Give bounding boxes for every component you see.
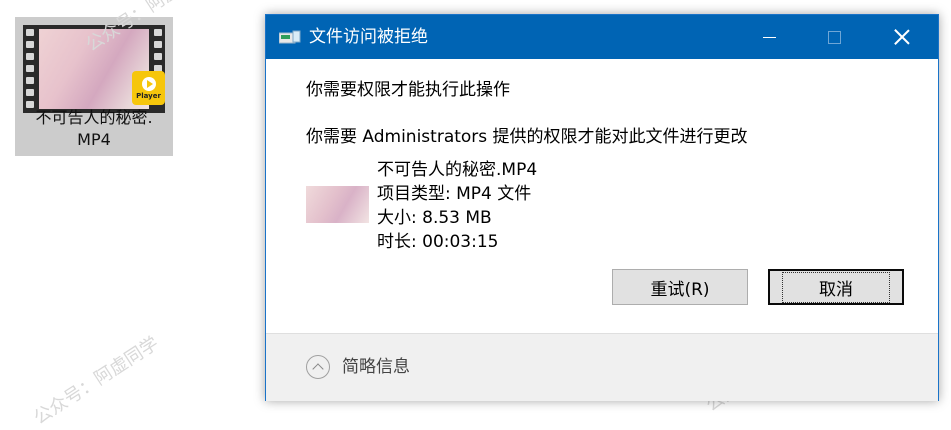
file-thumbnail — [306, 186, 369, 223]
dialog-detail: 你需要 Administrators 提供的权限才能对此文件进行更改 — [306, 127, 748, 147]
file-name: 不可告人的秘密.MP4 — [377, 160, 538, 180]
maximize-icon — [827, 30, 841, 44]
file-type: 项目类型: MP4 文件 — [377, 184, 532, 204]
fewer-details-toggle[interactable]: 简略信息 — [342, 356, 410, 378]
play-icon — [141, 76, 156, 91]
desktop-file-icon[interactable]: Player 不可告人的秘密. MP4 — [15, 17, 173, 156]
dialog-titlebar[interactable]: 文件访问被拒绝 — [266, 15, 938, 59]
dialog-footer: 简略信息 — [266, 333, 938, 401]
desktop-file-label-line1: 不可告人的秘密. — [35, 108, 153, 127]
dialog-title: 文件访问被拒绝 — [309, 27, 428, 47]
chevron-up-icon[interactable] — [306, 355, 330, 379]
file-duration: 时长: 00:03:15 — [377, 232, 499, 252]
access-denied-dialog: 文件访问被拒绝 你需要权限才能执行此操作 你需要 Administrators … — [265, 14, 939, 401]
close-button[interactable] — [879, 15, 925, 59]
retry-button[interactable]: 重试(R) — [612, 269, 748, 305]
cancel-button[interactable]: 取消 — [768, 269, 904, 305]
minimize-button[interactable] — [746, 15, 792, 59]
folder-access-icon — [279, 30, 301, 44]
player-app-icon: Player — [132, 71, 165, 105]
desktop-file-label: 不可告人的秘密. MP4 — [15, 107, 173, 151]
minimize-icon — [762, 36, 776, 38]
maximize-button[interactable] — [811, 15, 857, 59]
close-icon — [894, 29, 910, 45]
file-size: 大小: 8.53 MB — [377, 208, 492, 228]
desktop-file-label-line2: MP4 — [77, 130, 111, 149]
film-strip-left — [23, 25, 37, 113]
cancel-button-label: 取消 — [782, 271, 890, 303]
watermark-text: 公众号：阿虚同学 — [30, 332, 163, 429]
dialog-message: 你需要权限才能执行此操作 — [306, 80, 510, 100]
player-badge-text: Player — [136, 91, 161, 100]
